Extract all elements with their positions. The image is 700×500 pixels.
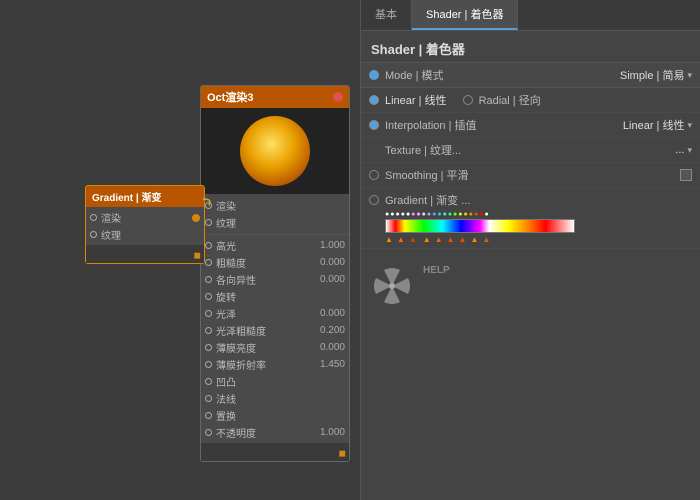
p-dot-10 xyxy=(205,395,212,402)
smoothing-checkbox[interactable] xyxy=(680,169,692,181)
help-label: HELP xyxy=(423,265,450,276)
p-dot-8 xyxy=(205,361,212,368)
oct-node-close[interactable] xyxy=(333,92,343,102)
oct-render-label: 渲染 xyxy=(216,198,236,213)
oct-row-render: 渲染 xyxy=(201,197,349,214)
gradient-output-dot xyxy=(192,214,200,222)
gradient-node[interactable]: Gradient | 渐变 渲染 纹理 ◼ xyxy=(85,185,205,264)
param-gloss: 光泽 0.000 xyxy=(201,305,349,322)
smoothing-radio[interactable] xyxy=(369,170,379,180)
node-editor: Oct渲染3 渲染 纹理 高光 1.000 粗糙度 xyxy=(0,0,360,500)
gradient-row: Gradient | 渐变 ... ● ● ● ● ● ● ● ● ● ● ● … xyxy=(361,188,700,249)
g-dot-2 xyxy=(90,231,97,238)
oct-node-corner-mark: ◼ xyxy=(339,448,346,458)
help-area: HELP xyxy=(361,255,700,317)
gradient-corner-mark: ◼ xyxy=(194,250,201,260)
smoothing-label: Smoothing | 平滑 xyxy=(385,167,676,183)
p-dot-2 xyxy=(205,259,212,266)
gradient-node-rows: 渲染 纹理 xyxy=(86,207,204,245)
radial-radio[interactable] xyxy=(463,95,473,105)
interp-value: Linear | 线性 xyxy=(623,117,685,133)
tab-shader[interactable]: Shader | 着色器 xyxy=(412,0,518,30)
linear-label: Linear | 线性 xyxy=(385,92,447,108)
param-bump: 凹凸 xyxy=(201,373,349,390)
texture-label: Texture | 纹理... xyxy=(369,142,675,158)
p-dot-7 xyxy=(205,344,212,351)
mode-radio[interactable] xyxy=(369,70,379,80)
oct-texture-dot xyxy=(205,219,212,226)
g-dot-1 xyxy=(90,214,97,221)
oct-node[interactable]: Oct渲染3 渲染 纹理 高光 1.000 粗糙度 xyxy=(200,85,350,462)
interpolation-row: Interpolation | 插值 Linear | 线性 ▾ xyxy=(361,113,700,138)
interp-label: Interpolation | 插值 xyxy=(385,117,623,133)
smoothing-row: Smoothing | 平滑 xyxy=(361,163,700,188)
tab-bar: 基本 Shader | 着色器 xyxy=(361,0,700,31)
param-normal: 法线 xyxy=(201,390,349,407)
p-dot-1 xyxy=(205,242,212,249)
texture-row: Texture | 纹理... ... ▾ xyxy=(361,138,700,163)
gradient-row-texture: 纹理 xyxy=(86,226,204,243)
gradient-display: ● ● ● ● ● ● ● ● ● ● ● ● ● ● ● ● ● ● ● ● xyxy=(369,211,692,244)
param-gloss-rough: 光泽粗糙度 0.200 xyxy=(201,322,349,339)
param-displace: 置换 xyxy=(201,407,349,424)
p-dot-6 xyxy=(205,327,212,334)
p-dot-9 xyxy=(205,378,212,385)
oct-node-rows: 渲染 纹理 xyxy=(201,194,349,234)
param-film-bright: 薄膜亮度 0.000 xyxy=(201,339,349,356)
texture-value: ... xyxy=(675,144,684,156)
param-highlight: 高光 1.000 xyxy=(201,237,349,254)
p-dot-3 xyxy=(205,276,212,283)
param-anisotropy: 各向异性 0.000 xyxy=(201,271,349,288)
p-dot-4 xyxy=(205,293,212,300)
radial-label: Radial | 径向 xyxy=(479,92,541,108)
param-rotation: 旋转 xyxy=(201,288,349,305)
mode-value: Simple | 简易 ▾ xyxy=(620,67,692,83)
interp-radio[interactable] xyxy=(369,120,379,130)
param-film-ior: 薄膜折射率 1.450 xyxy=(201,356,349,373)
texture-arrow[interactable]: ▾ xyxy=(687,145,692,156)
gradient-radio[interactable] xyxy=(369,195,379,205)
mode-dropdown-arrow[interactable]: ▾ xyxy=(687,70,692,81)
gradient-node-title: Gradient | 渐变 xyxy=(92,189,161,204)
gradient-color-bar[interactable] xyxy=(385,219,575,233)
oct-row-texture: 纹理 xyxy=(201,214,349,231)
linear-radial-row: Linear | 线性 Radial | 径向 xyxy=(361,88,700,113)
oct-texture-label: 纹理 xyxy=(216,215,236,230)
help-pinwheel-icon xyxy=(371,265,413,307)
p-dot-5 xyxy=(205,310,212,317)
tab-basic[interactable]: 基本 xyxy=(361,0,412,30)
oct-node-header: Oct渲染3 xyxy=(201,86,349,108)
p-dot-12 xyxy=(205,429,212,436)
gradient-arrow-handles: ▲ ▲ ▲ ▲ ▲ ▲ ▲ ▲ ▲ xyxy=(385,235,575,244)
mode-value-text: Simple | 简易 xyxy=(620,67,685,83)
panel-title: Shader | 着色器 xyxy=(361,31,700,63)
interp-arrow[interactable]: ▾ xyxy=(687,120,692,131)
gradient-node-header: Gradient | 渐变 xyxy=(86,186,204,207)
param-roughness: 粗糙度 0.000 xyxy=(201,254,349,271)
gradient-row-render: 渲染 xyxy=(86,209,204,226)
mode-row: Mode | 模式 Simple | 简易 ▾ xyxy=(361,63,700,88)
linear-radio[interactable] xyxy=(369,95,379,105)
param-opacity: 不透明度 1.000 xyxy=(201,424,349,441)
oct-render-dot xyxy=(205,202,212,209)
p-dot-11 xyxy=(205,412,212,419)
gradient-label: Gradient | 渐变 ... xyxy=(385,192,470,208)
white-dots-row: ● ● ● ● ● ● ● ● ● ● ● ● ● ● ● ● ● ● ● ● xyxy=(385,211,692,218)
oct-node-title: Oct渲染3 xyxy=(207,89,253,105)
oct-preview-wrap xyxy=(201,108,349,194)
oct-preview-sphere xyxy=(240,116,310,186)
mode-label: Mode | 模式 xyxy=(385,67,620,83)
right-panel: 基本 Shader | 着色器 Shader | 着色器 Mode | 模式 S… xyxy=(360,0,700,500)
